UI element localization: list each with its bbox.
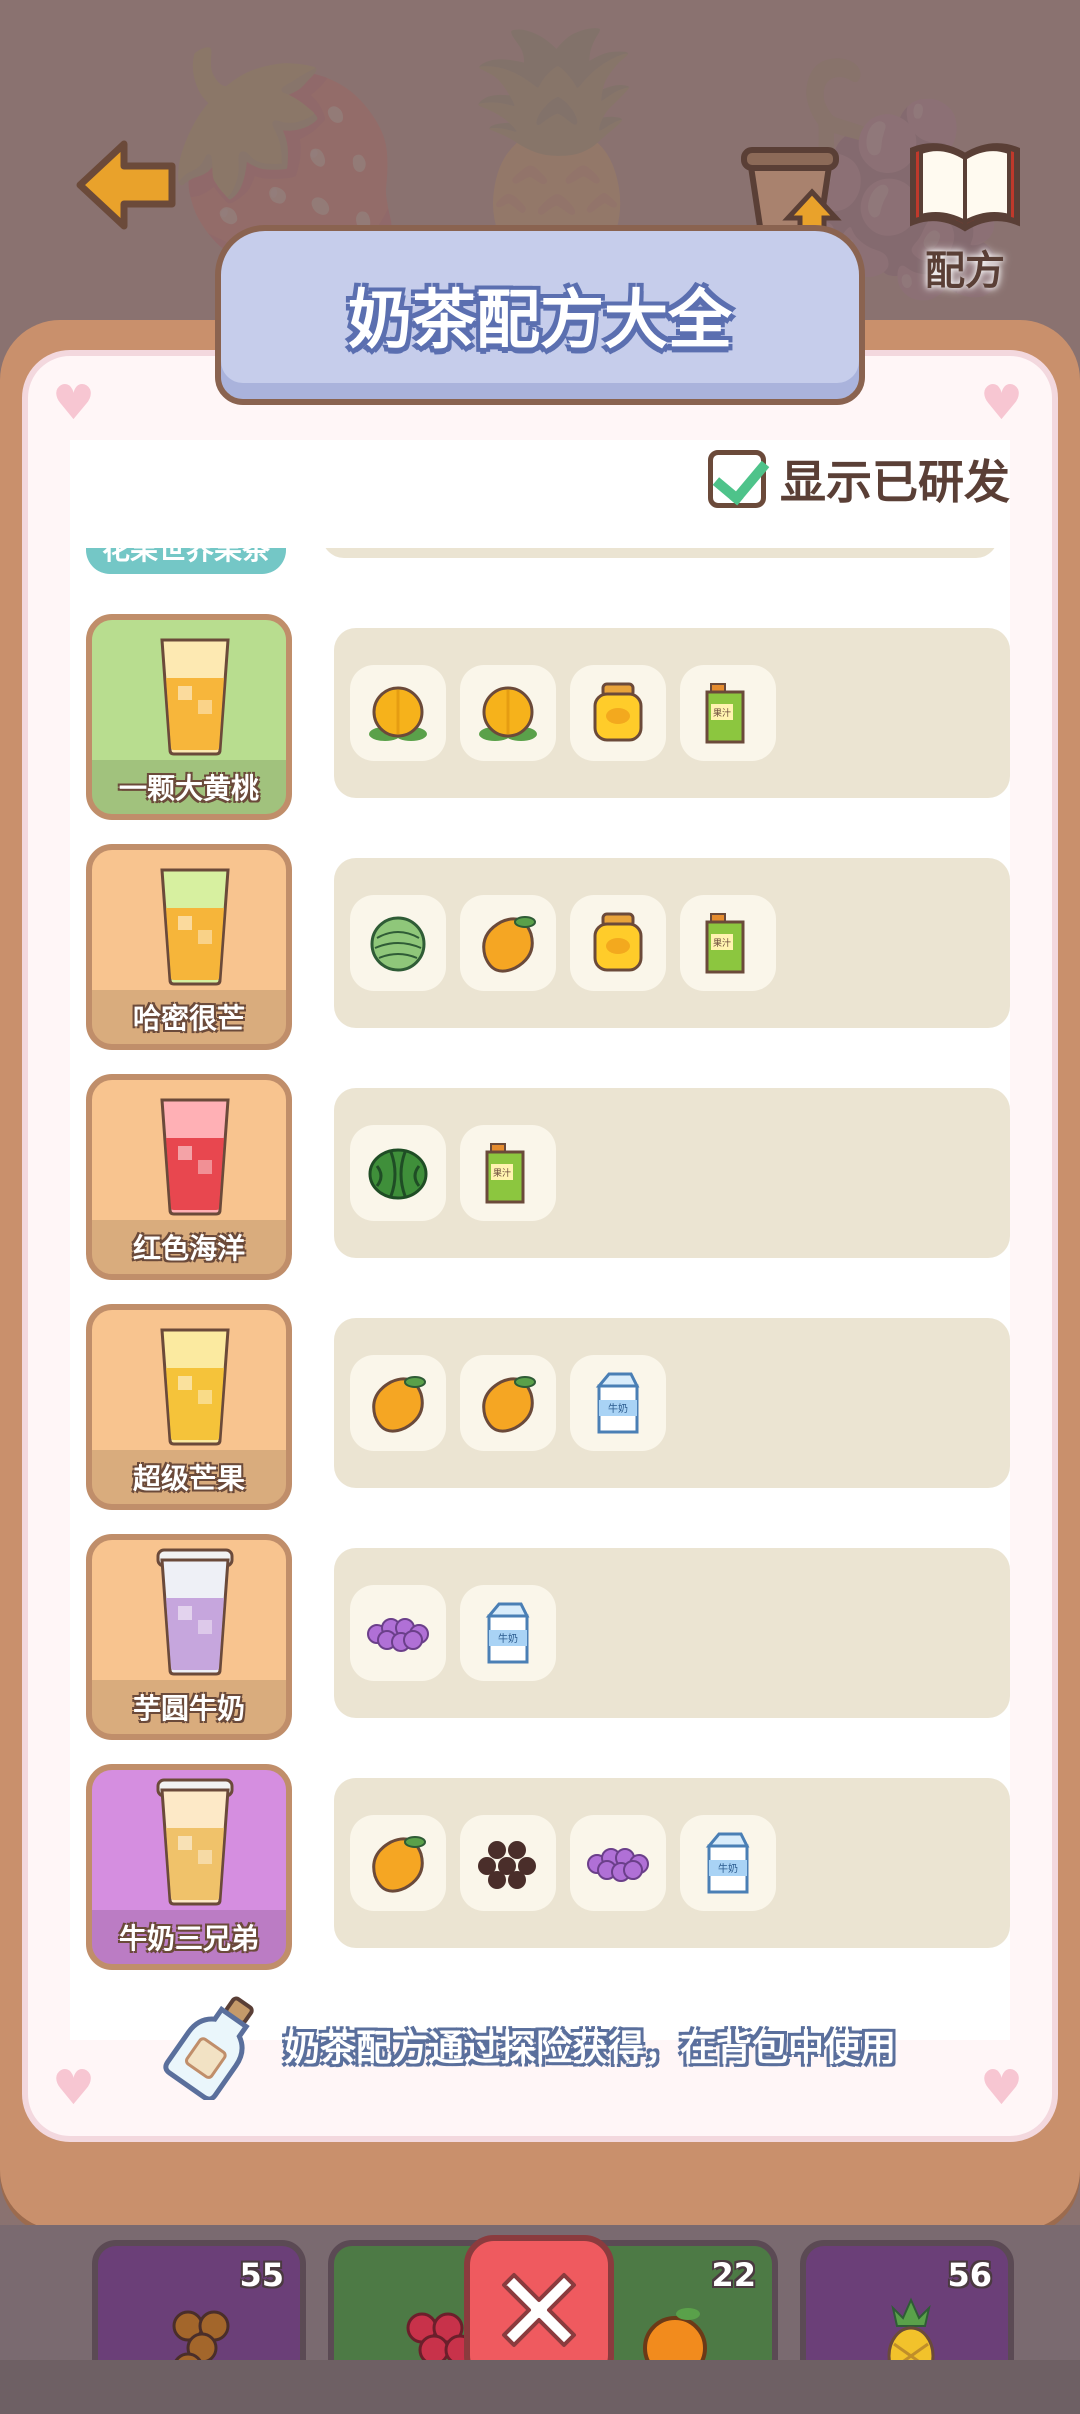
yellow-peach-icon bbox=[350, 665, 446, 761]
recipe-card[interactable]: 牛奶三兄弟 bbox=[86, 1764, 292, 1970]
juice-box-icon: 果汁 bbox=[680, 665, 776, 761]
tapioca-pearls-icon bbox=[460, 1815, 556, 1911]
milk-carton-icon: 牛奶 bbox=[460, 1585, 556, 1681]
watermelon-tea-drink-icon bbox=[152, 1086, 238, 1218]
svg-text:果汁: 果汁 bbox=[493, 1167, 511, 1179]
hami-melon-icon bbox=[350, 895, 446, 991]
mango-icon bbox=[350, 1815, 446, 1911]
recipe-list[interactable]: 花果世界果茶 一颗大黄桃 果汁 哈密很芒 果汁 红色海洋 果汁 超级芒果 牛奶 芋圆牛奶 牛奶 牛奶… bbox=[70, 548, 1010, 1978]
svg-text:牛奶: 牛奶 bbox=[498, 1632, 518, 1645]
recipe-row[interactable]: 一颗大黄桃 果汁 bbox=[86, 614, 1010, 820]
watermelon-icon bbox=[350, 1125, 446, 1221]
inventory-count: 56 bbox=[947, 2256, 992, 2294]
inventory-count: 22 bbox=[711, 2256, 756, 2294]
mango-icon bbox=[460, 1355, 556, 1451]
recipe-book-button[interactable]: 配方 bbox=[900, 130, 1030, 296]
footer-tip: 奶茶配方通过探险获得，在背包中使用 bbox=[160, 1990, 896, 2100]
close-icon bbox=[502, 2273, 576, 2347]
recipe-row[interactable]: 超级芒果 牛奶 bbox=[86, 1304, 1010, 1510]
ingredient-bar: 牛奶 bbox=[334, 1548, 1010, 1718]
bottom-strip bbox=[0, 2360, 1080, 2414]
honey-jar-icon bbox=[570, 665, 666, 761]
recipe-name: 哈密很芒 bbox=[92, 990, 286, 1044]
show-researched-checkbox[interactable] bbox=[708, 450, 766, 508]
recipe-card[interactable]: 芋圆牛奶 bbox=[86, 1534, 292, 1740]
recipe-name: 牛奶三兄弟 bbox=[92, 1910, 286, 1964]
juice-box-icon: 果汁 bbox=[460, 1125, 556, 1221]
svg-text:果汁: 果汁 bbox=[713, 707, 731, 719]
ingredient-bar bbox=[322, 548, 998, 558]
footer-tip-text: 奶茶配方通过探险获得，在背包中使用 bbox=[284, 2028, 897, 2069]
recipe-row[interactable]: 红色海洋 果汁 bbox=[86, 1074, 1010, 1280]
heart-icon: ♥ bbox=[52, 375, 96, 431]
recipe-row[interactable]: 牛奶三兄弟 牛奶 bbox=[86, 1764, 1010, 1970]
back-arrow-button[interactable] bbox=[72, 130, 182, 240]
ingredient-bar: 果汁 bbox=[334, 1088, 1010, 1258]
recipe-row[interactable]: 哈密很芒 果汁 bbox=[86, 844, 1010, 1050]
recipe-card[interactable]: 红色海洋 bbox=[86, 1074, 292, 1280]
recipe-row[interactable]: 芋圆牛奶 牛奶 bbox=[86, 1534, 1010, 1740]
peach-tea-drink-icon bbox=[152, 626, 238, 758]
show-researched-label: 显示已研发 bbox=[780, 455, 1010, 509]
svg-text:牛奶: 牛奶 bbox=[608, 1402, 628, 1415]
taro-balls-icon bbox=[350, 1585, 446, 1681]
mango-tea-drink-icon bbox=[152, 1316, 238, 1448]
heart-icon: ♥ bbox=[52, 2060, 96, 2116]
honey-jar-icon bbox=[570, 895, 666, 991]
heart-icon: ♥ bbox=[980, 2060, 1024, 2116]
recipe-name: 芋圆牛奶 bbox=[92, 1680, 286, 1734]
recipe-card[interactable]: 超级芒果 bbox=[86, 1304, 292, 1510]
title-banner: 奶茶配方大全 bbox=[215, 225, 865, 405]
ingredient-bar: 果汁 bbox=[334, 628, 1010, 798]
recipe-name: 一颗大黄桃 bbox=[92, 760, 286, 814]
page-title: 奶茶配方大全 bbox=[348, 284, 732, 358]
open-book-icon bbox=[910, 143, 1020, 232]
show-researched-toggle[interactable]: 显示已研发 bbox=[708, 446, 1010, 512]
recipe-name: 超级芒果 bbox=[92, 1450, 286, 1504]
ingredient-bar: 果汁 bbox=[334, 858, 1010, 1028]
inventory-count: 55 bbox=[239, 2256, 284, 2294]
svg-text:牛奶: 牛奶 bbox=[718, 1862, 738, 1875]
three-brothers-milk-drink-icon bbox=[152, 1776, 238, 1908]
ingredient-bar: 牛奶 bbox=[334, 1318, 1010, 1488]
taro-balls-icon bbox=[570, 1815, 666, 1911]
svg-text:果汁: 果汁 bbox=[713, 937, 731, 949]
taro-milk-drink-icon bbox=[152, 1546, 238, 1678]
back-arrow-icon bbox=[76, 140, 176, 230]
melon-mango-tea-drink-icon bbox=[152, 856, 238, 988]
recipe-row-partial[interactable]: 花果世界果茶 bbox=[86, 548, 998, 578]
mango-icon bbox=[350, 1355, 446, 1451]
recipe-card[interactable]: 哈密很芒 bbox=[86, 844, 292, 1050]
message-bottle-icon bbox=[163, 1996, 254, 2100]
milk-carton-icon: 牛奶 bbox=[680, 1815, 776, 1911]
yellow-peach-icon bbox=[460, 665, 556, 761]
recipe-card[interactable]: 一颗大黄桃 bbox=[86, 614, 292, 820]
ingredient-bar: 牛奶 bbox=[334, 1778, 1010, 1948]
recipe-book-label: 配方 bbox=[925, 248, 1005, 294]
recipe-name: 花果世界果茶 bbox=[86, 548, 286, 574]
mango-icon bbox=[460, 895, 556, 991]
juice-box-icon: 果汁 bbox=[680, 895, 776, 991]
heart-icon: ♥ bbox=[980, 375, 1024, 431]
recipe-name: 红色海洋 bbox=[92, 1220, 286, 1274]
milk-carton-icon: 牛奶 bbox=[570, 1355, 666, 1451]
